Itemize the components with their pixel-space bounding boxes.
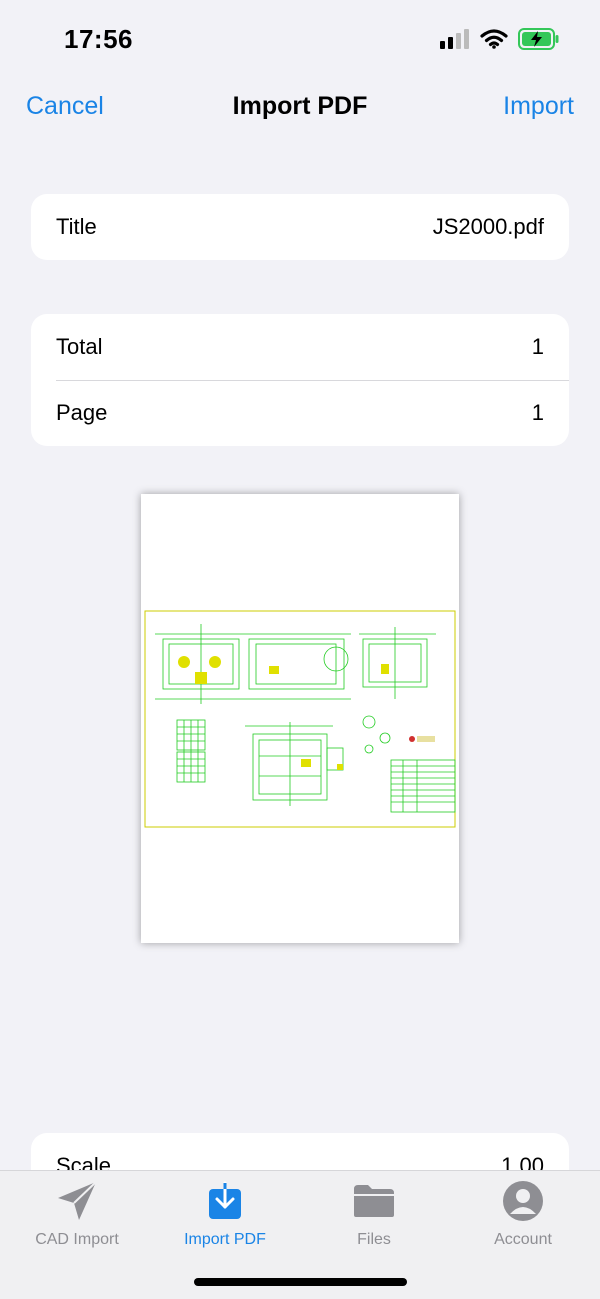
status-bar: 17:56 <box>0 0 600 80</box>
total-label: Total <box>56 334 103 359</box>
wifi-icon <box>480 29 508 49</box>
paper-plane-icon <box>58 1181 97 1220</box>
tab-account-label: Account <box>494 1231 552 1248</box>
tab-cad-import-label: CAD Import <box>35 1231 119 1248</box>
status-time: 17:56 <box>64 24 133 54</box>
page-value: 1 <box>531 400 544 425</box>
total-row: Total 1 <box>31 314 569 380</box>
title-row[interactable]: Title JS2000.pdf <box>31 194 569 260</box>
total-value: 1 <box>531 334 544 359</box>
tab-account[interactable]: Account <box>448 1179 598 1249</box>
tab-files-label: Files <box>357 1231 391 1248</box>
folder-icon <box>354 1185 394 1217</box>
tab-import-pdf-label: Import PDF <box>184 1231 266 1248</box>
pages-card: Total 1 Page 1 <box>31 314 569 446</box>
title-value: JS2000.pdf <box>432 214 544 239</box>
nav-bar: Cancel Import PDF Import <box>0 80 600 136</box>
home-indicator <box>194 1278 407 1286</box>
import-pdf-icon <box>209 1181 241 1219</box>
account-icon <box>503 1181 543 1221</box>
title-card: Title JS2000.pdf <box>31 194 569 260</box>
tab-import-pdf[interactable]: Import PDF <box>150 1179 300 1249</box>
title-label: Title <box>56 214 97 239</box>
tab-files[interactable]: Files <box>299 1179 449 1249</box>
status-icons <box>440 28 560 50</box>
cellular-signal-icon <box>440 29 469 49</box>
page-label: Page <box>56 400 108 425</box>
pdf-preview <box>141 494 459 943</box>
cad-drawing-thumbnail <box>144 610 456 828</box>
import-button[interactable]: Import <box>503 92 574 121</box>
page-row[interactable]: Page 1 <box>31 380 569 446</box>
tab-cad-import[interactable]: CAD Import <box>2 1179 152 1249</box>
battery-charging-icon <box>518 28 559 50</box>
